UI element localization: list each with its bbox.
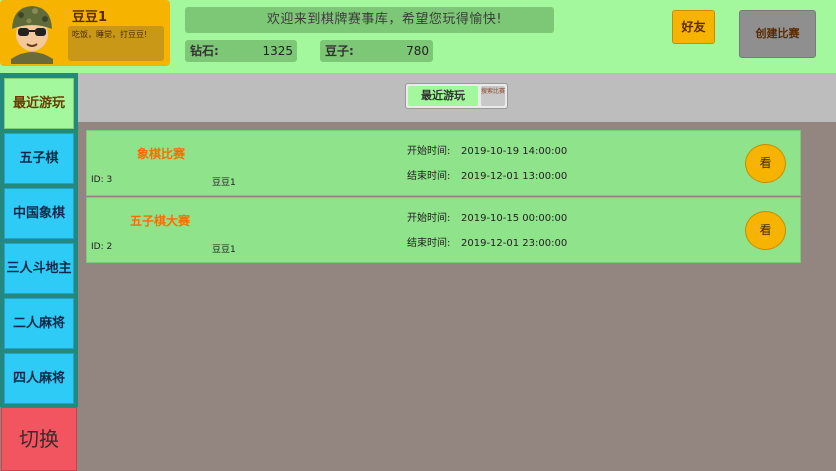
end-time-value: 2019-12-01 13:00:00 [461,171,568,182]
match-name: 五子棋大赛 [130,214,191,228]
match-id: ID: 3 [91,175,113,185]
welcome-banner: 欢迎来到棋牌赛事库，希望您玩得愉快! [185,7,554,33]
user-signature: 吃饭，睡觉，打豆豆! [68,26,164,61]
switch-button[interactable]: 切换 [1,407,77,471]
diamond-balance: 钻石: 1325 [185,40,297,62]
friends-button[interactable]: 好友 [672,10,715,44]
match-start-time: 开始时间: 2019-10-15 00:00:00 [407,209,567,224]
match-name: 象棋比赛 [137,147,186,161]
end-time-label: 结束时间: [407,171,451,182]
user-profile-card[interactable]: 豆豆1 吃饭，睡觉，打豆豆! [0,0,170,66]
start-time-value: 2019-10-15 00:00:00 [461,213,568,224]
end-time-label: 结束时间: [407,238,451,249]
sidebar-item-doudizhu[interactable]: 三人斗地主 [4,243,74,294]
end-time-value: 2019-12-01 23:00:00 [461,238,568,249]
match-owner: 豆豆1 [212,178,236,188]
bean-balance: 豆子: 780 [320,40,433,62]
sidebar-item-mahjong-2p[interactable]: 二人麻将 [4,298,74,349]
bean-label: 豆子: [325,44,354,58]
match-start-time: 开始时间: 2019-10-19 14:00:00 [407,142,567,157]
tab-search-matches[interactable]: 搜索比赛 [481,86,505,106]
match-card[interactable]: 象棋比赛 ID: 3 豆豆1 开始时间: 2019-10-19 14:00:00 … [86,130,801,196]
sidebar-item-chinese-chess[interactable]: 中国象棋 [4,188,74,239]
match-card[interactable]: 五子棋大赛 ID: 2 豆豆1 开始时间: 2019-10-15 00:00:00… [86,197,801,263]
start-time-value: 2019-10-19 14:00:00 [461,146,568,157]
user-nickname: 豆豆1 [72,10,108,25]
view-match-button[interactable]: 看 [745,144,786,183]
diamond-label: 钻石: [190,44,219,58]
sidebar-item-recent[interactable]: 最近游玩 [4,78,74,129]
match-end-time: 结束时间: 2019-12-01 23:00:00 [407,234,567,249]
tab-recent-played[interactable]: 最近游玩 [408,86,478,106]
game-category-sidebar: 最近游玩 五子棋 中国象棋 三人斗地主 二人麻将 四人麻将 [0,73,78,407]
view-match-button[interactable]: 看 [745,211,786,250]
soldier-avatar-icon [1,1,63,64]
diamond-value: 1325 [262,44,293,58]
tab-group: 最近游玩 搜索比赛 [405,83,508,109]
sidebar-item-mahjong-4p[interactable]: 四人麻将 [4,353,74,404]
sidebar-item-gomoku[interactable]: 五子棋 [4,133,74,184]
match-owner: 豆豆1 [212,245,236,255]
create-match-button[interactable]: 创建比赛 [739,10,816,58]
start-time-label: 开始时间: [407,146,451,157]
match-id: ID: 2 [91,242,113,252]
match-end-time: 结束时间: 2019-12-01 13:00:00 [407,167,567,182]
start-time-label: 开始时间: [407,213,451,224]
bean-value: 780 [406,44,429,58]
content-tab-bar: 最近游玩 搜索比赛 [78,73,836,122]
top-header: 豆豆1 吃饭，睡觉，打豆豆! 欢迎来到棋牌赛事库，希望您玩得愉快! 钻石: 13… [0,0,836,73]
